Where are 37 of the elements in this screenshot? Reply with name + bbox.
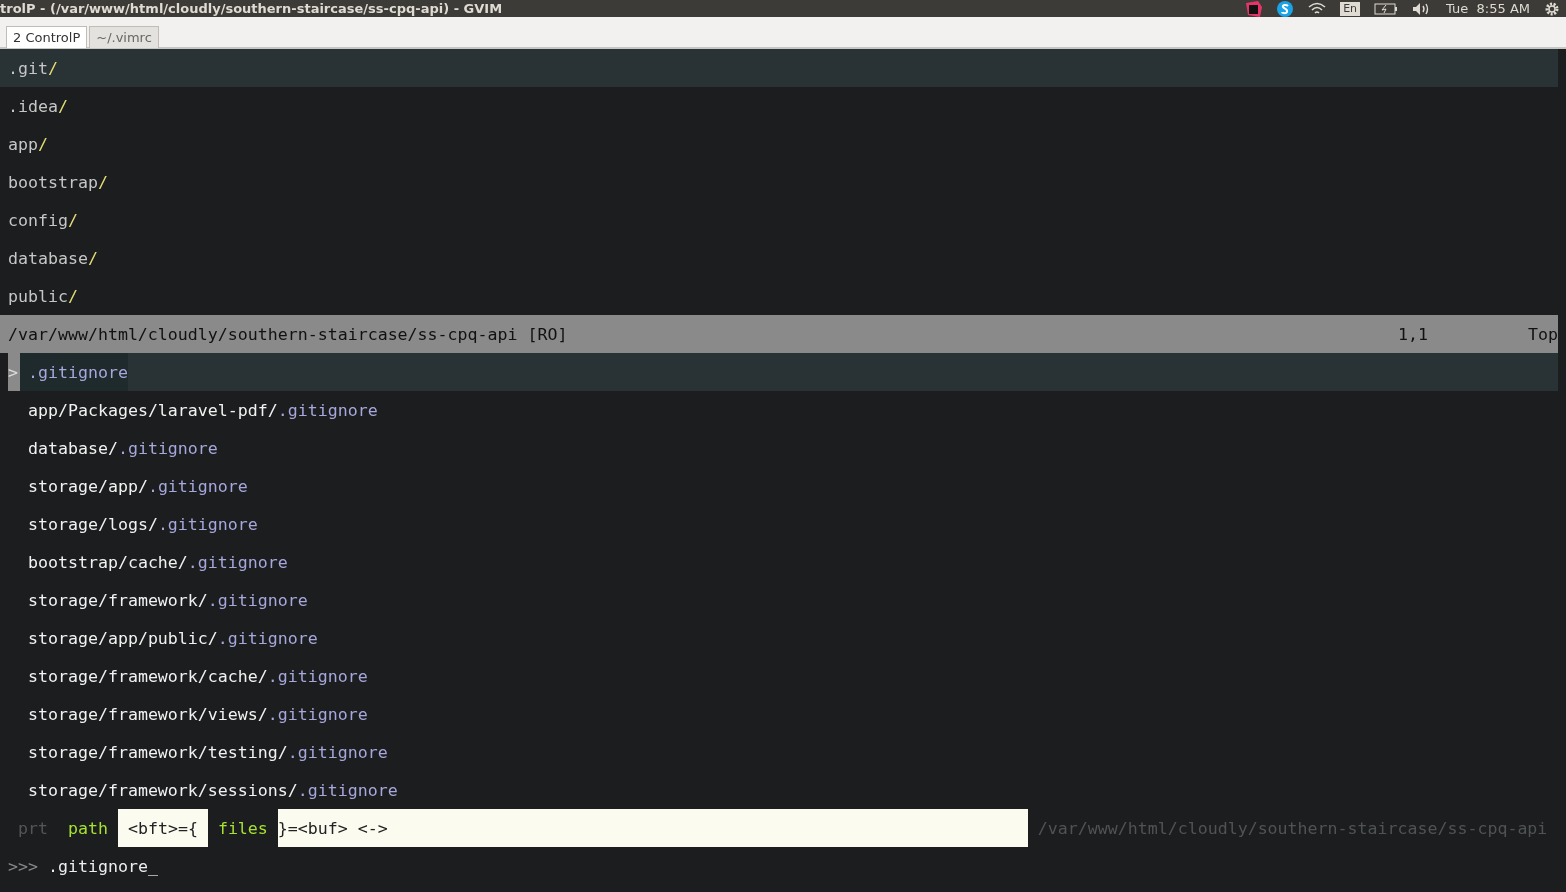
prompt-line[interactable]: >>> .gitignore_ [0,847,1566,885]
status-label: prt [17,817,49,840]
match-entry[interactable]: storage/framework/testing/.gitignore [8,733,1558,771]
match-entry[interactable]: storage/framework/cache/.gitignore [8,657,1558,695]
directory-entry[interactable]: database/ [0,239,1558,277]
match-entry[interactable]: bootstrap/cache/.gitignore [8,543,1558,581]
match-entry[interactable]: > .gitignore [8,353,1558,391]
wifi-icon[interactable] [1308,1,1327,16]
match-entry[interactable]: storage/framework/views/.gitignore [8,695,1558,733]
selection-marker: > [8,353,20,391]
keyboard-layout-indicator[interactable]: En [1340,1,1361,16]
directory-entry[interactable]: public/ [0,277,1558,315]
cursor-position: 1,1 [1398,324,1429,344]
match-entry[interactable]: storage/app/.gitignore [8,467,1558,505]
status-highlight-segment: <bft>={ [117,809,208,847]
clock[interactable]: Tue 8:55 AM [1446,1,1530,16]
tab[interactable]: 2 ControlP [6,26,88,48]
directory-entry[interactable]: .git/ [0,49,1558,87]
battery-icon[interactable] [1374,2,1399,15]
match-entry[interactable]: app/Packages/laravel-pdf/.gitignore [8,391,1558,429]
match-entry[interactable]: storage/app/public/.gitignore [8,619,1558,657]
directory-entry[interactable]: .idea/ [0,87,1558,125]
settings-icon[interactable] [1544,0,1560,17]
match-entry[interactable]: storage/logs/.gitignore [8,505,1558,543]
directory-entry[interactable]: app/ [0,125,1558,163]
directory-entry[interactable]: config/ [0,201,1558,239]
match-entry[interactable]: storage/framework/.gitignore [8,581,1558,619]
match-entry[interactable]: storage/framework/sessions/.gitignore [8,771,1558,809]
scroll-position: Top [1528,324,1558,344]
status-highlight-segment: }=<buf> <-> [277,809,1028,847]
app-cube-icon[interactable] [1244,0,1263,17]
directory-entry[interactable]: bootstrap/ [0,163,1558,201]
window-title: trolP - (/var/www/html/cloudly/southern-staircase/ss-cpq-api) - GVIM [0,1,503,16]
chat-s-icon[interactable] [1276,0,1295,17]
tab[interactable]: ~/.vimrc [89,26,159,48]
buffer-path: /var/www/html/cloudly/southern-staircase/ss-cpq-api [RO] [8,324,568,344]
match-entry[interactable]: database/.gitignore [8,429,1558,467]
